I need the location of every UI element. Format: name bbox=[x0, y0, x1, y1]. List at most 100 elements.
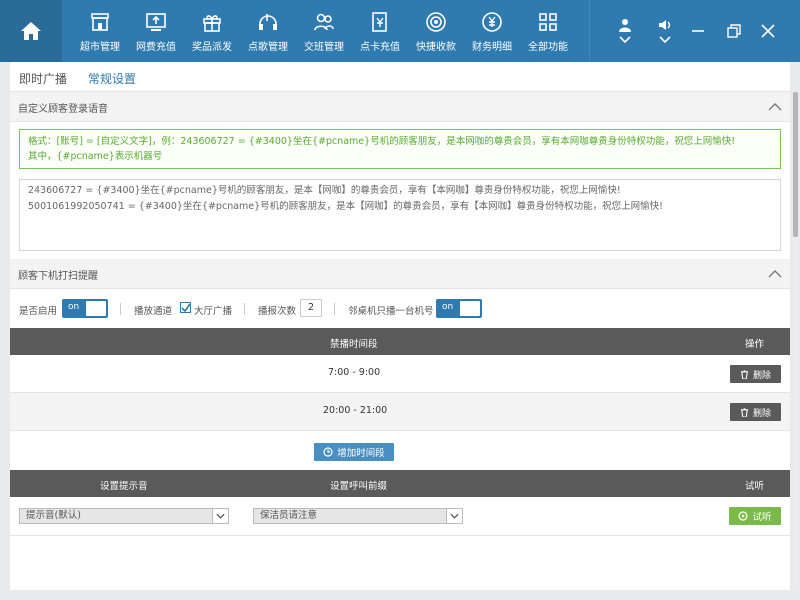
card-icon bbox=[372, 12, 387, 32]
format-hint: 格式：[账号] = [自定义文字]，例：243606727 = {#3400}坐… bbox=[19, 129, 781, 169]
tone-select[interactable]: 提示音(默认) bbox=[19, 508, 229, 524]
monitor-recharge-icon bbox=[146, 13, 166, 31]
add-period-label: 增加时间段 bbox=[337, 448, 385, 459]
nav-divider bbox=[589, 0, 590, 62]
sound-menu-button[interactable] bbox=[647, 0, 683, 62]
divider bbox=[120, 303, 121, 315]
toggle-text: on bbox=[442, 302, 454, 312]
hint-line: 格式：[账号] = [自定义文字]，例：243606727 = {#3400}坐… bbox=[28, 136, 736, 147]
close-icon bbox=[761, 24, 775, 38]
users-icon bbox=[314, 13, 334, 31]
user-menu-button[interactable] bbox=[607, 0, 643, 62]
tab-regular-settings[interactable]: 常规设置 bbox=[88, 70, 137, 95]
adjacent-label: 邻桌机只播一台机号 bbox=[348, 306, 434, 317]
nav-label: 快捷收款 bbox=[416, 42, 456, 53]
nav-item-all-functions[interactable]: 全部功能 bbox=[520, 0, 576, 62]
sound-table-header: 设置提示音 设置呼叫前缀 试听 bbox=[10, 470, 790, 497]
col-tone: 设置提示音 bbox=[100, 481, 148, 492]
minimize-button[interactable] bbox=[680, 0, 716, 62]
add-period-button[interactable]: 增加时间段 bbox=[314, 443, 394, 461]
channel-label: 播放通道 bbox=[134, 306, 173, 317]
chevron-down-icon bbox=[216, 513, 225, 519]
nav-item-card-recharge[interactable]: 点卡充值 bbox=[352, 0, 408, 62]
enabled-toggle[interactable]: on bbox=[62, 299, 108, 318]
time-range: 20:00 - 21:00 bbox=[323, 405, 388, 416]
hall-broadcast-checkbox[interactable] bbox=[180, 302, 191, 313]
sub-tabs: 即时广播 常规设置 bbox=[10, 62, 790, 95]
home-button[interactable] bbox=[0, 0, 62, 62]
check-icon bbox=[181, 303, 191, 313]
adjacent-toggle[interactable]: on bbox=[436, 299, 482, 318]
table-row: 7:00 - 9:00 删除 bbox=[10, 355, 790, 393]
section-title: 自定义顾客登录语音 bbox=[18, 104, 108, 115]
nav-item-finance[interactable]: 财务明细 bbox=[464, 0, 520, 62]
chevron-down-icon bbox=[659, 36, 671, 44]
delete-label: 删除 bbox=[752, 370, 771, 381]
nav-item-store[interactable]: 超市管理 bbox=[72, 0, 128, 62]
hall-broadcast-label: 大厅广播 bbox=[194, 306, 233, 317]
nav-label: 交班管理 bbox=[304, 42, 344, 53]
delete-label: 删除 bbox=[752, 408, 771, 419]
tone-select-value: 提示音(默认) bbox=[26, 510, 81, 521]
trash-icon bbox=[740, 407, 749, 417]
col-forbidden-period: 禁播时间段 bbox=[330, 339, 378, 350]
dropdown-button[interactable] bbox=[212, 509, 228, 523]
toggle-knob bbox=[86, 301, 106, 316]
time-range: 7:00 - 9:00 bbox=[328, 367, 381, 378]
restore-icon bbox=[727, 24, 741, 38]
listen-label: 试听 bbox=[752, 512, 772, 523]
nav-item-quick-pay[interactable]: 快捷收款 bbox=[408, 0, 464, 62]
nav-label: 超市管理 bbox=[80, 42, 120, 53]
vertical-scrollbar[interactable] bbox=[793, 92, 798, 590]
login-voice-textarea[interactable]: 243606727 = {#3400}坐在{#pcname}号机的顾客朋友，是本… bbox=[19, 179, 781, 251]
enabled-label: 是否启用 bbox=[19, 306, 58, 317]
listen-button[interactable]: 试听 bbox=[729, 507, 781, 525]
nav-label: 奖品派发 bbox=[192, 42, 232, 53]
toggle-text: on bbox=[68, 302, 80, 312]
prefix-select[interactable]: 保洁员请注意 bbox=[253, 508, 463, 524]
offline-reminder-section-header[interactable]: 顾客下机打扫提醒 bbox=[10, 259, 790, 289]
prefix-select-value: 保洁员请注意 bbox=[260, 510, 318, 521]
grid-icon bbox=[539, 13, 557, 31]
delete-button[interactable]: 删除 bbox=[730, 365, 781, 383]
nav-item-shift[interactable]: 交班管理 bbox=[296, 0, 352, 62]
chevron-up-icon[interactable] bbox=[768, 268, 782, 278]
clock-icon bbox=[323, 447, 333, 457]
dropdown-button[interactable] bbox=[446, 509, 462, 523]
reminder-options-row: 是否启用 on 播放通道 大厅广播 播报次数 2 邻桌机只播一台机号 on bbox=[10, 296, 790, 320]
store-icon bbox=[91, 13, 109, 31]
forbidden-table-header: 禁播时间段 操作 bbox=[10, 328, 790, 355]
divider bbox=[334, 303, 335, 315]
nav-item-songs[interactable]: 点歌管理 bbox=[240, 0, 296, 62]
nav-item-prize[interactable]: 奖品派发 bbox=[184, 0, 240, 62]
chevron-up-icon[interactable] bbox=[768, 101, 782, 111]
nav-label: 点卡充值 bbox=[360, 42, 400, 53]
play-icon bbox=[738, 511, 749, 521]
section-title: 顾客下机打扫提醒 bbox=[18, 271, 98, 282]
minimize-icon bbox=[692, 30, 704, 32]
restore-button[interactable] bbox=[716, 0, 752, 62]
close-button[interactable] bbox=[750, 0, 786, 62]
main-panel: 即时广播 常规设置 自定义顾客登录语音 格式：[账号] = [自定义文字]，例：… bbox=[10, 62, 790, 590]
top-navigation-bar: 超市管理 网费充值 奖品派发 点歌管理 交班管理 点卡充值 快捷收款 财务明细 … bbox=[0, 0, 800, 62]
delete-button[interactable]: 删除 bbox=[730, 403, 781, 421]
nav-item-net-recharge[interactable]: 网费充值 bbox=[128, 0, 184, 62]
nav-label: 财务明细 bbox=[472, 42, 512, 53]
col-prefix: 设置呼叫前缀 bbox=[330, 481, 388, 492]
nav-label: 全部功能 bbox=[528, 42, 568, 53]
chevron-down-icon bbox=[619, 36, 631, 44]
finance-icon bbox=[482, 12, 502, 32]
table-row: 20:00 - 21:00 删除 bbox=[10, 393, 790, 431]
col-action: 操作 bbox=[745, 339, 765, 350]
col-listen: 试听 bbox=[745, 481, 765, 492]
scrollbar-thumb[interactable] bbox=[793, 92, 798, 237]
chevron-down-icon bbox=[450, 513, 459, 519]
music-icon bbox=[259, 14, 277, 30]
textarea-line: 5001061992050741 = {#3400}坐在{#pcname}号机的… bbox=[28, 201, 663, 212]
coin-icon bbox=[426, 12, 446, 32]
login-voice-section-header[interactable]: 自定义顾客登录语音 bbox=[10, 92, 790, 122]
nav-label: 点歌管理 bbox=[248, 42, 288, 53]
broadcast-count-input[interactable]: 2 bbox=[300, 299, 322, 317]
tab-instant-broadcast[interactable]: 即时广播 bbox=[19, 70, 67, 87]
count-label: 播报次数 bbox=[258, 306, 297, 317]
